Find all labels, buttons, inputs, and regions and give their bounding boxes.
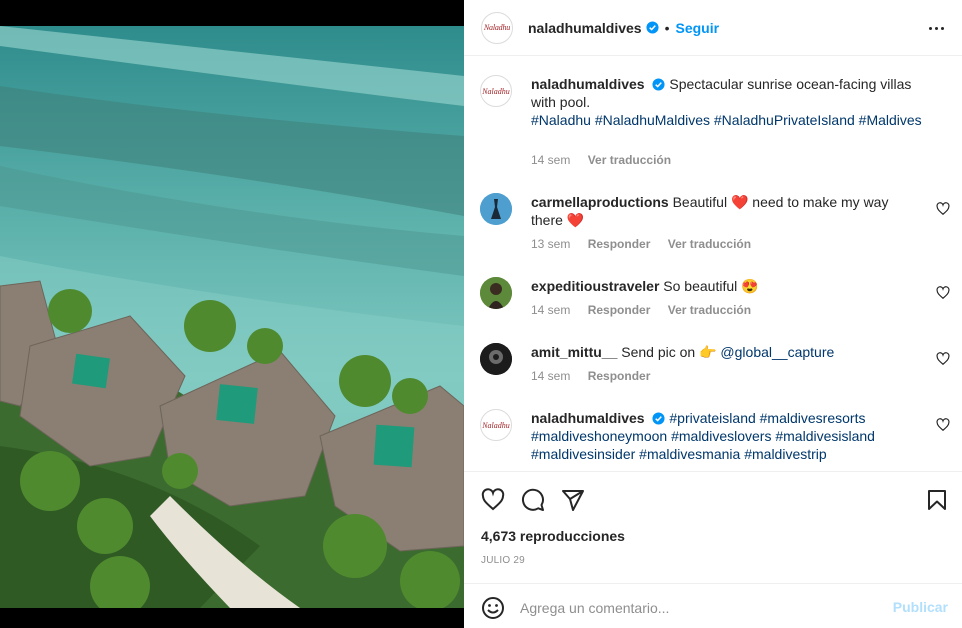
comment-text-block: naladhumaldives #privateisland #maldives… [531,409,911,463]
comment-username[interactable]: expeditioustraveler [531,278,659,294]
comment-icon[interactable] [521,488,545,512]
mention-link[interactable]: @global__capture [720,344,834,360]
caption-text-block: naladhumaldives Spectacular sunrise ocea… [531,75,926,129]
post-actions: 4,673 reproducciones JULIO 29 Publicar [464,471,962,628]
like-comment-icon[interactable] [936,418,950,432]
add-comment-bar: Publicar [464,583,962,628]
avatar-logo: Naladhu [482,420,510,430]
comment-username[interactable]: amit_mittu__ [531,344,617,360]
see-translation-button[interactable]: Ver traducción [668,303,751,317]
avatar-image [480,193,512,225]
separator-dot: • [664,19,670,36]
heart-icon[interactable] [481,488,505,512]
avatar[interactable] [480,343,512,375]
hashtags[interactable]: #maldiveshoneymoon #maldiveslovers #mald… [531,428,875,444]
avatar[interactable]: Naladhu [481,11,513,44]
caption-meta: 14 sem Ver traducción [531,153,685,167]
header-username[interactable]: naladhumaldives [528,20,642,36]
emoji-icon[interactable] [481,596,505,620]
save-icon[interactable] [925,488,949,512]
hashtags[interactable]: #maldivesinsider #maldivesmania #maldive… [531,446,827,462]
post-date[interactable]: JULIO 29 [481,555,525,566]
emoji: 👉 [699,344,717,360]
like-comment-icon[interactable] [936,286,950,300]
verified-badge-icon [646,21,659,34]
reply-button[interactable]: Responder [588,303,651,317]
emoji: ❤️ [730,194,749,210]
comment-username[interactable]: naladhumaldives [531,410,645,426]
comment-input[interactable] [520,594,880,622]
views-count[interactable]: 4,673 reproducciones [481,528,625,544]
verified-badge-icon [652,78,666,91]
aerial-villas-illustration [0,26,464,608]
see-translation-button[interactable]: Ver traducción [588,153,671,167]
comment-time[interactable]: 14 sem [531,303,570,317]
like-comment-icon[interactable] [936,352,950,366]
comment-username[interactable]: carmellaproductions [531,194,669,210]
reply-button[interactable]: Responder [588,237,651,251]
comment-meta: 13 sem Responder Ver traducción [531,237,765,251]
verified-badge-icon [652,412,666,425]
comments-list[interactable]: Naladhu naladhumaldives Spectacular sunr… [464,57,962,470]
avatar-image [480,277,512,309]
comment-text-block: expeditioustraveler So beautiful 😍 [531,277,911,295]
comment-text-block: amit_mittu__ Send pic on 👉 @global__capt… [531,343,911,361]
avatar[interactable] [480,277,512,309]
comment-text: So beautiful [663,278,738,294]
caption-time[interactable]: 14 sem [531,153,570,167]
emoji: 😍 [741,278,759,294]
avatar-logo: Naladhu [482,86,510,96]
publish-button[interactable]: Publicar [893,599,948,615]
avatar[interactable]: Naladhu [480,409,512,441]
comment-text: Beautiful [672,194,728,210]
caption-hashtags[interactable]: #Naladhu #NaladhuMaldives #NaladhuPrivat… [531,112,922,128]
comment-text: Send pic on [621,344,696,360]
avatar[interactable] [480,193,512,225]
caption-username[interactable]: naladhumaldives [531,76,645,92]
see-translation-button[interactable]: Ver traducción [668,237,751,251]
like-comment-icon[interactable] [936,202,950,216]
comment-text-block: carmellaproductions Beautiful ❤️ need to… [531,193,911,229]
avatar-logo: Naladhu [483,23,511,32]
avatar-image [480,343,512,375]
post-header: Naladhu naladhumaldives • Seguir [464,0,962,56]
reply-button[interactable]: Responder [588,369,651,383]
avatar[interactable]: Naladhu [480,75,512,107]
comment-meta: 14 sem Responder [531,369,664,383]
emoji: ❤️ [566,212,585,228]
media-image [0,26,464,608]
comment-time[interactable]: 13 sem [531,237,570,251]
more-options-icon[interactable] [924,18,948,38]
follow-button[interactable]: Seguir [676,20,720,36]
hashtags[interactable]: #privateisland #maldivesresorts [669,410,865,426]
post-media[interactable] [0,0,464,628]
share-icon[interactable] [561,488,585,512]
comment-time[interactable]: 14 sem [531,369,570,383]
comment-meta: 14 sem Responder Ver traducción [531,303,765,317]
post-panel: Naladhu naladhumaldives • Seguir Naladhu… [464,0,962,628]
